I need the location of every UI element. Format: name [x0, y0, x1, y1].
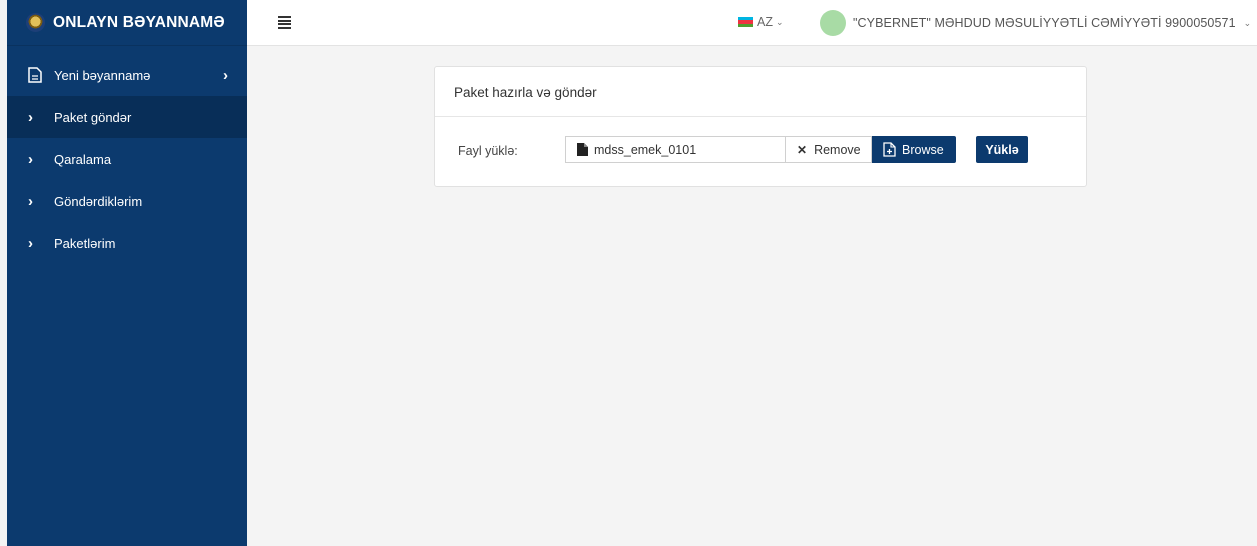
file-icon — [577, 143, 588, 156]
sidebar-item-send-package[interactable]: › Paket göndər — [7, 96, 247, 138]
browse-label: Browse — [902, 142, 944, 157]
sidebar-item-packages[interactable]: › Paketlərim — [7, 222, 247, 264]
close-icon: ✕ — [797, 142, 808, 157]
chevron-right-icon: › — [28, 150, 33, 168]
user-menu[interactable]: "CYBERNET" MƏHDUD MƏSULİYYƏTLİ CƏMİYYƏTİ… — [820, 10, 1251, 36]
top-bar: AZ ⌄ "CYBERNET" MƏHDUD MƏSULİYYƏTLİ CƏMİ… — [247, 0, 1257, 46]
language-label: AZ — [757, 15, 773, 29]
sidebar-item-sent[interactable]: › Göndərdiklərim — [7, 180, 247, 222]
sidebar: ONLAYN BƏYANNAMƏ Yeni bəyannamə › › Pake… — [7, 0, 247, 546]
file-add-icon — [883, 142, 896, 157]
sidebar-menu: Yeni bəyannamə › › Paket göndər › Qarala… — [7, 54, 247, 264]
send-package-panel: Paket hazırla və göndər Fayl yüklə: mdss… — [434, 66, 1087, 187]
sidebar-item-label: Qaralama — [54, 151, 112, 167]
user-name: "CYBERNET" MƏHDUD MƏSULİYYƏTLİ CƏMİYYƏTİ… — [853, 16, 1236, 30]
sidebar-item-label: Paket göndər — [54, 109, 132, 125]
chevron-down-icon: ⌄ — [775, 16, 784, 27]
file-name: mdss_emek_0101 — [594, 142, 697, 157]
chevron-down-icon: ⌄ — [1243, 17, 1252, 28]
document-icon — [28, 67, 42, 83]
sidebar-item-label: Paketlərim — [54, 235, 116, 251]
app-logo[interactable]: ONLAYN BƏYANNAMƏ — [7, 0, 247, 46]
chevron-right-icon: › — [28, 192, 33, 210]
remove-button[interactable]: ✕ Remove — [785, 136, 872, 163]
panel-body: Fayl yüklə: mdss_emek_0101 ✕ Remove Brow… — [435, 117, 1086, 187]
emblem-icon — [26, 13, 45, 32]
chevron-right-icon: › — [28, 234, 33, 252]
sidebar-item-drafts[interactable]: › Qaralama — [7, 138, 247, 180]
app-title: ONLAYN BƏYANNAMƏ — [53, 13, 225, 31]
sidebar-item-label: Göndərdiklərim — [54, 193, 143, 209]
chevron-right-icon: › — [28, 108, 33, 126]
upload-button[interactable]: Yüklə — [976, 136, 1028, 163]
language-selector[interactable]: AZ ⌄ — [738, 15, 784, 29]
sidebar-item-new-declaration[interactable]: Yeni bəyannamə › — [7, 54, 247, 96]
file-upload-label: Fayl yüklə: — [458, 144, 518, 158]
panel-title: Paket hazırla və göndər — [435, 67, 1086, 117]
remove-label: Remove — [814, 142, 861, 157]
hamburger-menu-icon[interactable] — [278, 16, 291, 29]
browse-button[interactable]: Browse — [872, 136, 956, 163]
azerbaijan-flag-icon — [738, 17, 753, 27]
avatar — [820, 10, 846, 36]
file-name-field[interactable]: mdss_emek_0101 — [565, 136, 785, 163]
sidebar-item-label: Yeni bəyannamə — [54, 67, 151, 83]
chevron-right-icon: › — [223, 66, 228, 84]
